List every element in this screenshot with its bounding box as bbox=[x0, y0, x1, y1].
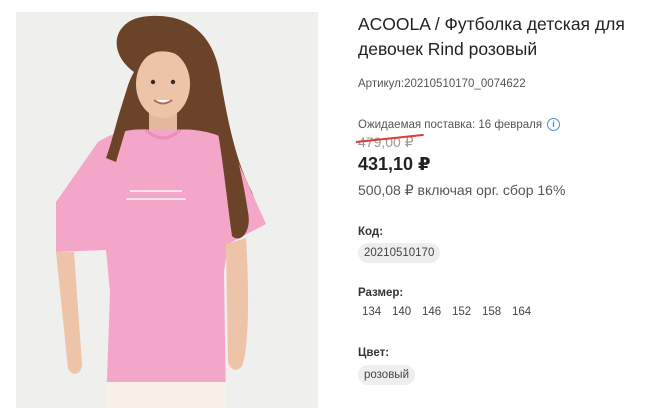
product-image[interactable] bbox=[16, 12, 318, 408]
product-sku: Артикул:20210510170_0074622 bbox=[358, 78, 526, 90]
color-label: Цвет: bbox=[358, 347, 390, 359]
size-options: 134 140 146 152 158 164 bbox=[362, 306, 542, 318]
size-option-146[interactable]: 146 bbox=[422, 306, 452, 318]
info-icon[interactable]: i bbox=[547, 118, 561, 131]
current-price: 431,10 ₽ bbox=[358, 154, 431, 174]
size-option-158[interactable]: 158 bbox=[482, 306, 512, 318]
product-title: ACOOLA / Футболка детская для девочек Ri… bbox=[358, 14, 625, 59]
size-option-164[interactable]: 164 bbox=[512, 306, 542, 318]
size-option-134[interactable]: 134 bbox=[362, 306, 392, 318]
color-chip[interactable]: розовый bbox=[358, 365, 416, 385]
size-label: Размер: bbox=[358, 287, 404, 299]
code-chip[interactable]: 20210510170 bbox=[358, 243, 441, 263]
old-price: 479,00 ₽ bbox=[355, 133, 424, 151]
size-option-152[interactable]: 152 bbox=[452, 306, 482, 318]
code-label: Код: bbox=[358, 226, 384, 238]
size-option-140[interactable]: 140 bbox=[392, 306, 422, 318]
price-with-fee: 500,08 ₽ включая орг. сбор 16% bbox=[358, 182, 566, 198]
girl-in-pink-tshirt-image bbox=[16, 12, 318, 408]
delivery-estimate: Ожидаемая поставка: 16 февраля i bbox=[358, 118, 561, 131]
delivery-text: Ожидаемая поставка: 16 февраля bbox=[358, 118, 543, 131]
